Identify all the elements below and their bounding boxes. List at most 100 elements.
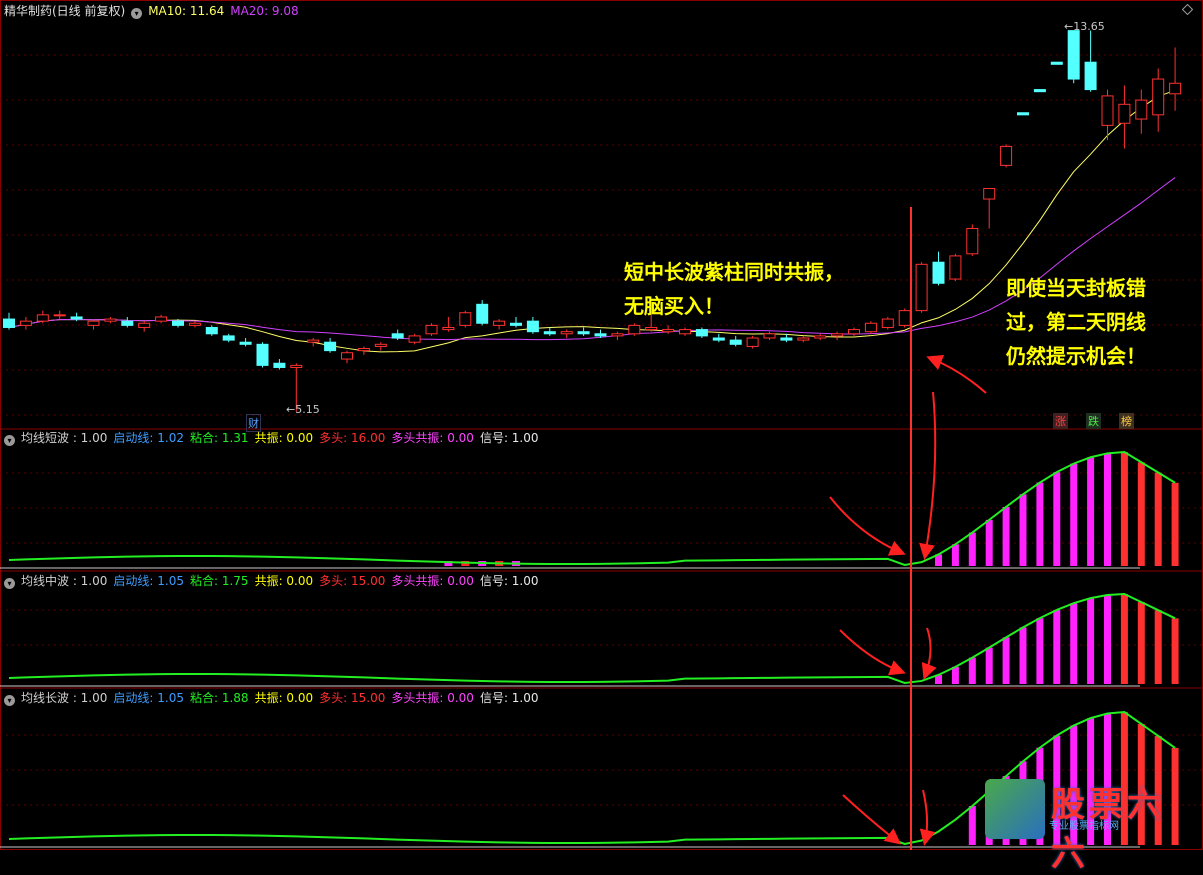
chevron-down-icon[interactable]: ▾ xyxy=(131,8,143,19)
ma20-line xyxy=(8,177,1176,341)
oscillator-bar xyxy=(1036,618,1044,684)
panel-field: 多头: 15.00 xyxy=(319,691,386,705)
arrow-down-mid xyxy=(921,627,937,680)
candle-body xyxy=(70,316,83,320)
annotation-right-line: 过，第二天阴线 xyxy=(1006,310,1146,334)
panel-header-long: ▾ 均线长波 : 1.00 启动线: 1.05 粘合: 1.88 共振: 0.00 多头:… xyxy=(4,690,545,706)
arrow-down-long xyxy=(919,789,936,846)
annotation-arrows xyxy=(829,207,987,850)
candle-body xyxy=(1135,99,1148,120)
oscillator-bar xyxy=(1087,457,1095,566)
watermark-logo: 股票六六 专业股票指标网 xyxy=(985,775,1195,874)
panel-name: 均线长波 : 1.00 xyxy=(21,691,108,705)
candle-body xyxy=(273,362,286,368)
annotation-right: 即使当天封板错 过，第二天阴线 仍然提示机会！ xyxy=(1006,271,1146,373)
candle-body xyxy=(510,322,522,326)
candle-body xyxy=(307,339,320,343)
panel-field: 信号: 1.00 xyxy=(479,574,539,588)
candle-body xyxy=(662,329,675,333)
panel-field: 启动线: 1.02 xyxy=(113,431,184,445)
candle-body xyxy=(1067,30,1080,80)
candle-body xyxy=(121,320,134,326)
grid-lines xyxy=(0,0,1203,850)
candle-body xyxy=(1033,89,1046,93)
oscillator-bar xyxy=(1036,482,1044,566)
candle-body xyxy=(932,261,945,284)
panel-field: 多头: 15.00 xyxy=(319,574,386,588)
candle-body xyxy=(205,326,218,335)
candle-body xyxy=(493,320,506,326)
candle-body xyxy=(831,333,844,337)
candle-body xyxy=(729,339,742,345)
panel-field: 共振: 0.00 xyxy=(254,691,314,705)
candle-body xyxy=(898,310,911,326)
oscillator-bar xyxy=(1171,618,1179,684)
annotation-left-line: 无脑买入！ xyxy=(624,294,724,318)
candle-body xyxy=(391,333,404,339)
candle-body xyxy=(36,314,49,322)
panel-field: 共振: 0.00 xyxy=(254,431,314,445)
oscillator-line xyxy=(8,592,1176,685)
candle-body xyxy=(256,343,269,366)
oscillator-bar xyxy=(1053,609,1061,684)
candle-body xyxy=(679,329,691,335)
candle-body xyxy=(949,255,962,280)
candle-body xyxy=(526,320,539,333)
oscillator-bar xyxy=(1104,595,1111,684)
chevron-down-icon[interactable]: ▾ xyxy=(4,695,15,706)
oscillator-bar xyxy=(1137,602,1145,684)
candle-body xyxy=(104,318,117,322)
candle-body xyxy=(3,318,15,328)
candle-body xyxy=(915,263,928,312)
candle-body xyxy=(1118,103,1131,124)
panel-field: 粘合: 1.75 xyxy=(189,574,249,588)
annotation-left-line: 短中长波紫柱同时共振， xyxy=(624,260,844,284)
candle-body xyxy=(374,343,387,347)
candle-body xyxy=(357,348,370,352)
panel-field: 多头共振: 0.00 xyxy=(391,574,474,588)
panel-name: 均线中波 : 1.00 xyxy=(21,574,108,588)
oscillator-bar xyxy=(1137,462,1145,566)
oscillator-bar xyxy=(1002,637,1010,684)
candle-body xyxy=(1169,82,1182,95)
moving-average-lines xyxy=(8,89,1176,353)
arrow-mid xyxy=(839,629,906,676)
tag-die[interactable]: 跌 xyxy=(1086,413,1101,429)
oscillator-bar xyxy=(1053,472,1061,566)
candle-body xyxy=(341,352,353,360)
arrow-short xyxy=(829,496,906,556)
candle-body xyxy=(476,303,489,324)
candle-body xyxy=(763,333,776,339)
high-price-label: ←13.65 xyxy=(1064,20,1105,33)
oscillator-bar xyxy=(1120,594,1128,684)
candle-body xyxy=(864,322,877,333)
oscillator-bar xyxy=(1104,453,1111,566)
chevron-down-icon[interactable]: ▾ xyxy=(4,578,15,589)
candle-body xyxy=(188,322,201,326)
panel-field: 粘合: 1.88 xyxy=(189,691,249,705)
stock-chart-canvas[interactable] xyxy=(0,0,1203,850)
panel-field: 信号: 1.00 xyxy=(479,431,539,445)
candle-body xyxy=(628,324,641,335)
candle-body xyxy=(87,320,100,326)
panel-field: 信号: 1.00 xyxy=(479,691,539,705)
oscillator-bar xyxy=(1171,482,1179,566)
oscillator-line xyxy=(8,450,1176,567)
candle-body xyxy=(155,316,168,322)
tag-bang[interactable]: 榜 xyxy=(1119,413,1134,429)
oscillator-bar xyxy=(1070,603,1078,684)
candle-body xyxy=(1017,112,1029,116)
arrow-long xyxy=(842,794,902,845)
frame-border xyxy=(0,0,1203,850)
candle-body xyxy=(442,326,455,331)
oscillator-bar xyxy=(1120,452,1128,566)
diamond-icon[interactable] xyxy=(1182,4,1193,15)
chevron-down-icon[interactable]: ▾ xyxy=(4,435,15,446)
candle-body xyxy=(239,341,252,345)
candle-body xyxy=(19,320,32,326)
candle-body xyxy=(966,228,979,255)
stock-title: 精华制药(日线 前复权) xyxy=(4,4,126,18)
tag-zhang[interactable]: 涨 xyxy=(1053,413,1068,429)
ma20-readout: MA20: 9.08 xyxy=(230,4,299,18)
candle-body xyxy=(594,333,607,337)
